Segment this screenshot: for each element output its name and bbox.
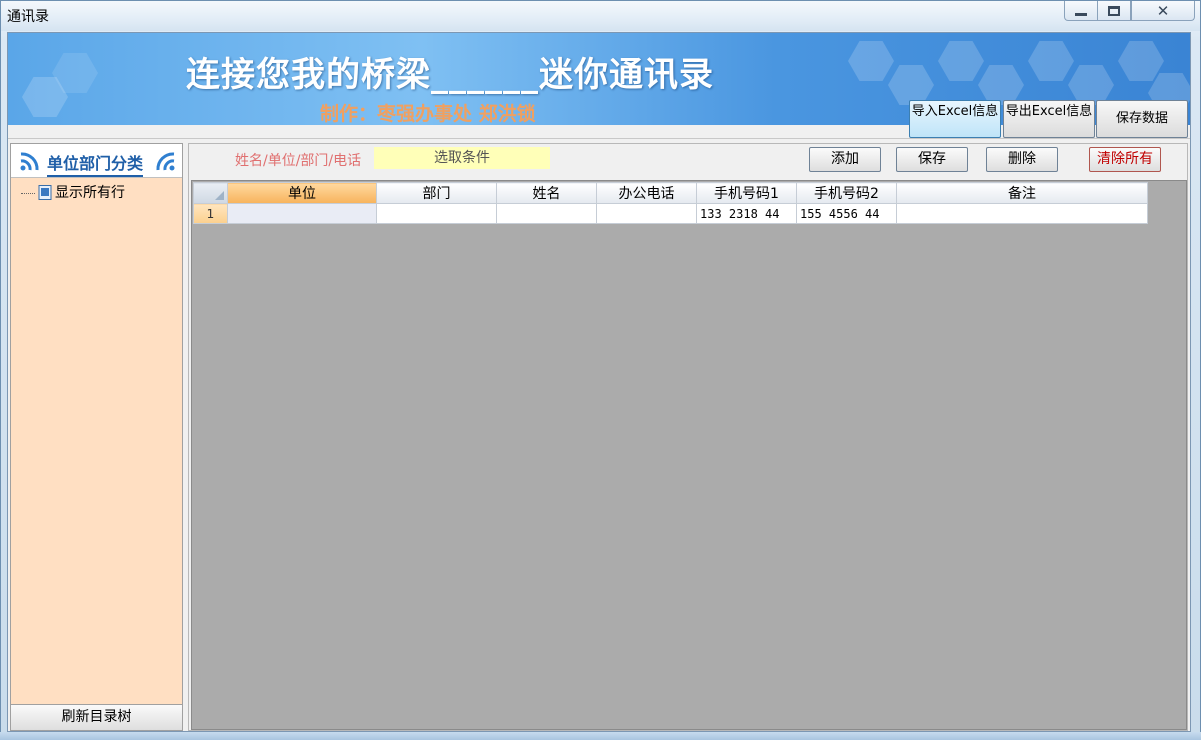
refresh-tree-button[interactable]: 刷新目录树: [11, 704, 182, 730]
tree-item-label: 显示所有行: [55, 185, 125, 201]
client-area: 连接您我的桥梁______迷你通讯录 制作：枣强办事处 郑洪锁 导入Excel信…: [7, 32, 1191, 732]
data-grid-area: 单位 部门 姓名 办公电话 手机号码1 手机号码2 备注 1 133 2318 …: [191, 180, 1187, 730]
hexagon-decoration: [1068, 65, 1114, 105]
column-header-name[interactable]: 姓名: [496, 182, 597, 204]
title-bar: 通讯录 ✕: [1, 1, 1200, 31]
window-title: 通讯录: [7, 9, 49, 25]
signal-icon-left: [20, 152, 39, 171]
contacts-grid[interactable]: 单位 部门 姓名 办公电话 手机号码1 手机号码2 备注 1 133 2318 …: [193, 182, 1148, 224]
maximize-icon: [1108, 5, 1120, 16]
column-header-mobile-1[interactable]: 手机号码1: [696, 182, 797, 204]
category-sidebar: 单位部门分类 显示所有行 刷新目录树: [10, 143, 183, 731]
export-excel-button[interactable]: 导出Excel信息: [1003, 100, 1095, 138]
grid-header-row: 单位 部门 姓名 办公电话 手机号码1 手机号码2 备注: [193, 182, 1148, 204]
banner-title: 连接您我的桥梁______迷你通讯录: [186, 55, 714, 95]
close-button[interactable]: ✕: [1131, 1, 1195, 21]
sidebar-title: 单位部门分类: [47, 150, 144, 177]
minimize-button[interactable]: [1064, 1, 1098, 21]
add-button[interactable]: 添加: [809, 147, 881, 172]
filter-condition-field[interactable]: 选取条件: [374, 147, 550, 169]
cell-name[interactable]: [496, 203, 597, 224]
select-all-corner[interactable]: [193, 182, 228, 204]
app-window: 通讯录 ✕ 连接您我的桥梁______迷你通讯录 制作：枣强办事处 郑洪锁 导入…: [0, 0, 1201, 740]
hexagon-decoration: [978, 65, 1024, 105]
row-number[interactable]: 1: [193, 203, 228, 224]
hexagon-decoration: [938, 41, 984, 81]
close-icon: ✕: [1156, 1, 1170, 20]
taskbar-strip: [0, 732, 1201, 740]
save-button[interactable]: 保存: [896, 147, 968, 172]
cell-department[interactable]: [376, 203, 497, 224]
records-panel: 姓名/单位/部门/电话 选取条件 添加 保存 删除 清除所有 单位 部门 姓名 …: [188, 143, 1188, 731]
column-header-unit[interactable]: 单位: [227, 182, 377, 204]
tree-connector: [21, 192, 35, 194]
corner-triangle-icon: [215, 191, 224, 200]
clear-all-button[interactable]: 清除所有: [1089, 147, 1161, 172]
delete-button[interactable]: 删除: [986, 147, 1058, 172]
column-header-mobile-2[interactable]: 手机号码2: [796, 182, 897, 204]
minimize-icon: [1075, 12, 1087, 16]
cell-notes[interactable]: [896, 203, 1148, 224]
cell-office-phone[interactable]: [596, 203, 697, 224]
save-data-button[interactable]: 保存数据: [1096, 100, 1188, 138]
cell-mobile-1[interactable]: 133 2318 44: [696, 203, 797, 224]
signal-icon-right: [156, 152, 175, 171]
maximize-button[interactable]: [1097, 1, 1131, 21]
sidebar-header: 单位部门分类: [11, 144, 182, 178]
column-header-department[interactable]: 部门: [376, 182, 497, 204]
column-header-notes[interactable]: 备注: [896, 182, 1148, 204]
hexagon-decoration: [848, 41, 894, 81]
tree-item-show-all[interactable]: 显示所有行: [21, 182, 125, 202]
column-header-office-phone[interactable]: 办公电话: [596, 182, 697, 204]
hexagon-decoration: [888, 65, 934, 105]
hexagon-decoration: [1028, 41, 1074, 81]
document-icon: [38, 184, 52, 200]
table-row[interactable]: 1 133 2318 44 155 4556 44: [193, 203, 1148, 224]
import-excel-button[interactable]: 导入Excel信息: [909, 100, 1001, 138]
hexagon-decoration: [1118, 41, 1164, 81]
filter-label: 姓名/单位/部门/电话: [235, 153, 362, 169]
cell-unit[interactable]: [227, 203, 377, 224]
cell-mobile-2[interactable]: 155 4556 44: [796, 203, 897, 224]
banner-subtitle: 制作：枣强办事处 郑洪锁: [320, 103, 536, 125]
